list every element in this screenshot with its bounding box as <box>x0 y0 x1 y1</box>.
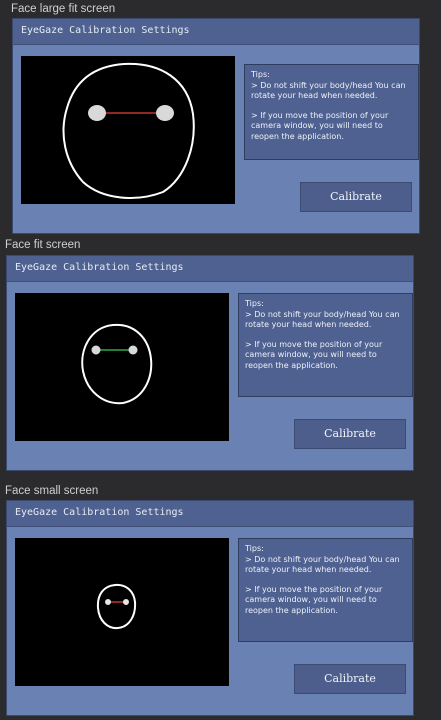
face-outline <box>81 323 153 405</box>
right-eye-marker <box>156 105 174 121</box>
right-eye-marker <box>128 345 138 355</box>
tips-panel: Tips: > Do not shift your body/head You … <box>238 293 413 397</box>
tip-camera-window: > If you move the position of your camer… <box>251 110 389 141</box>
left-eye-marker <box>105 599 111 605</box>
tip-no-shift: > Do not shift your body/head You can ro… <box>245 309 400 330</box>
tips-panel: Tips: > Do not shift your body/head You … <box>244 64 419 160</box>
calibrate-button[interactable]: Calibrate <box>294 419 406 449</box>
left-eye-marker <box>91 345 101 355</box>
tips-heading: Tips: <box>245 299 264 308</box>
tips-heading: Tips: <box>245 544 264 553</box>
tip-camera-window: > If you move the position of your camer… <box>245 584 383 615</box>
left-eye-marker <box>88 105 106 121</box>
camera-preview <box>15 293 229 441</box>
screen-caption: Face fit screen <box>5 239 81 251</box>
tips-panel: Tips: > Do not shift your body/head You … <box>238 538 413 642</box>
screen-caption: Face small screen <box>5 485 99 497</box>
tips-heading: Tips: <box>251 70 270 79</box>
face-outline <box>96 583 137 630</box>
window-title: EyeGaze Calibration Settings <box>15 507 184 518</box>
window-title: EyeGaze Calibration Settings <box>15 262 184 273</box>
calibrate-button[interactable]: Calibrate <box>300 182 412 212</box>
tip-no-shift: > Do not shift your body/head You can ro… <box>251 80 406 101</box>
tip-camera-window: > If you move the position of your camer… <box>245 339 383 370</box>
screen-caption: Face large fit screen <box>11 3 116 15</box>
camera-preview <box>21 56 235 204</box>
right-eye-marker <box>123 599 129 605</box>
camera-preview <box>15 538 229 686</box>
calibration-window: EyeGaze Calibration Settings Tips: > Do … <box>12 18 420 234</box>
calibration-window: EyeGaze Calibration Settings Tips: > Do … <box>6 255 414 471</box>
window-title-bar[interactable]: EyeGaze Calibration Settings <box>7 501 413 527</box>
window-title-bar[interactable]: EyeGaze Calibration Settings <box>7 256 413 282</box>
calibration-window: EyeGaze Calibration Settings Tips: > Do … <box>6 500 414 716</box>
calibrate-button[interactable]: Calibrate <box>294 664 406 694</box>
tip-no-shift: > Do not shift your body/head You can ro… <box>245 554 400 575</box>
window-title-bar[interactable]: EyeGaze Calibration Settings <box>13 19 419 45</box>
window-title: EyeGaze Calibration Settings <box>21 25 190 36</box>
face-outline <box>62 62 195 199</box>
